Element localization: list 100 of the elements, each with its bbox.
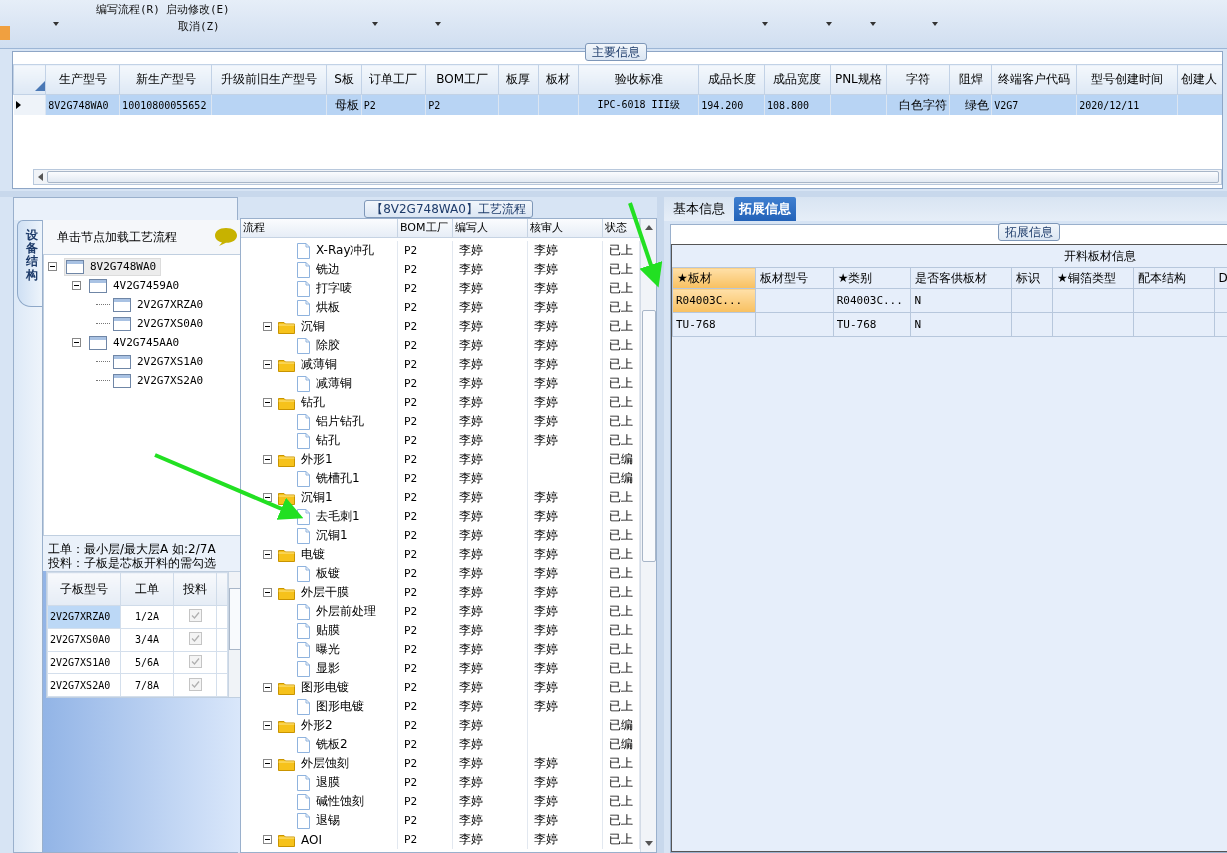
dropdown-caret-icon[interactable] bbox=[826, 22, 832, 26]
collapse-toggle[interactable] bbox=[263, 759, 272, 768]
column-header[interactable]: S板 bbox=[326, 64, 362, 95]
tree-node[interactable]: 减薄铜 bbox=[316, 375, 352, 392]
tree-node[interactable]: 退膜 bbox=[316, 774, 340, 791]
tree-node[interactable]: 2V2G7XRZA0 bbox=[112, 296, 208, 313]
tree-node[interactable]: 2V2G7XS2A0 bbox=[112, 372, 208, 389]
dropdown-caret-icon[interactable] bbox=[372, 22, 378, 26]
column-header[interactable]: 流程 bbox=[241, 219, 398, 237]
tree-node[interactable]: 铣槽孔1 bbox=[316, 470, 360, 487]
tab[interactable]: 基本信息 bbox=[668, 197, 730, 221]
scroll-left-icon[interactable] bbox=[38, 173, 43, 181]
collapse-toggle[interactable] bbox=[263, 588, 272, 597]
column-header[interactable]: 子板型号 bbox=[47, 572, 121, 606]
table-cell[interactable]: R04003C... bbox=[672, 288, 756, 313]
tree-node[interactable]: 贴膜 bbox=[316, 622, 340, 639]
column-header[interactable]: 投料 bbox=[173, 572, 217, 606]
column-header[interactable]: 订单工厂 bbox=[361, 64, 426, 95]
table-row[interactable]: 8V2G748WA0 10010800055652 母板 P2 P2 IPC-6018 III级 194.200 108.800 白色字符 绿色 V2G7 2020/12/11 bbox=[13, 94, 1222, 115]
column-header[interactable]: BOM工厂 bbox=[398, 219, 453, 237]
column-header[interactable]: 板材型号 bbox=[755, 267, 834, 289]
tree-node[interactable]: 显影 bbox=[316, 660, 340, 677]
column-header[interactable]: ★铜箔类型 bbox=[1052, 267, 1134, 289]
toolbar-button[interactable]: 启动修改(E) bbox=[165, 1, 230, 18]
scroll-down-icon[interactable] bbox=[644, 841, 653, 846]
collapse-toggle[interactable] bbox=[263, 455, 272, 464]
collapse-toggle[interactable] bbox=[263, 493, 272, 502]
collapse-toggle[interactable] bbox=[263, 835, 272, 844]
column-header[interactable]: PNL规格 bbox=[830, 64, 887, 95]
column-header[interactable]: ★板材 bbox=[672, 267, 756, 289]
column-header[interactable]: 工单 bbox=[120, 572, 174, 606]
scrollbar[interactable] bbox=[33, 169, 1222, 185]
column-header[interactable]: 创建人 bbox=[1177, 64, 1222, 95]
collapse-toggle[interactable] bbox=[263, 398, 272, 407]
tree-node[interactable]: 外形1 bbox=[301, 451, 333, 468]
dropdown-caret-icon[interactable] bbox=[435, 22, 441, 26]
tree-node[interactable]: 减薄铜 bbox=[301, 356, 337, 373]
column-header[interactable]: 新生产型号 bbox=[119, 64, 212, 95]
column-header[interactable]: 配本结构 bbox=[1133, 267, 1215, 289]
collapse-toggle[interactable] bbox=[263, 683, 272, 692]
toolbar-button[interactable]: 编写流程(R) bbox=[96, 1, 160, 18]
table-cell[interactable]: TU-768 bbox=[672, 312, 756, 337]
column-header[interactable]: 板厚 bbox=[498, 64, 538, 95]
column-header[interactable]: 升级前旧生产型号 bbox=[211, 64, 327, 95]
tree-node[interactable]: 退锡 bbox=[316, 812, 340, 829]
tree-node[interactable]: 沉铜1 bbox=[316, 527, 348, 544]
tree-node[interactable]: 外形2 bbox=[301, 717, 333, 734]
collapse-toggle[interactable] bbox=[263, 322, 272, 331]
tree-node[interactable]: 去毛刺1 bbox=[316, 508, 360, 525]
column-header[interactable]: 终端客户代码 bbox=[991, 64, 1077, 95]
tab[interactable]: 拓展信息 bbox=[734, 197, 796, 221]
column-header[interactable]: 板材 bbox=[538, 64, 579, 95]
vertical-tab[interactable]: 设备结构 bbox=[17, 220, 44, 307]
column-header[interactable]: 编写人 bbox=[453, 219, 528, 237]
tree-node[interactable]: 碱性蚀刻 bbox=[316, 793, 364, 810]
tree-node[interactable]: 铣边 bbox=[316, 261, 340, 278]
column-header[interactable]: 字符 bbox=[886, 64, 950, 95]
tree-node[interactable]: 2V2G7XS0A0 bbox=[112, 315, 208, 332]
tree-node[interactable]: 图形电镀 bbox=[316, 698, 364, 715]
tree-node[interactable]: 图形电镀 bbox=[301, 679, 349, 696]
tree-node[interactable]: 外层干膜 bbox=[301, 584, 349, 601]
tree-node[interactable]: 曝光 bbox=[316, 641, 340, 658]
column-header[interactable]: ★类别 bbox=[833, 267, 911, 289]
tree-node[interactable]: 板镀 bbox=[316, 565, 340, 582]
tree-node[interactable]: 钻孔 bbox=[316, 432, 340, 449]
tree-node[interactable]: 4V2G745AA0 bbox=[88, 334, 184, 351]
tree-node[interactable]: 沉铜 bbox=[301, 318, 325, 335]
tree-node[interactable]: 2V2G7XS1A0 bbox=[112, 353, 208, 370]
scrollbar[interactable] bbox=[640, 219, 656, 852]
tree-node[interactable]: 外层前处理 bbox=[316, 603, 376, 620]
column-header[interactable]: 核审人 bbox=[528, 219, 603, 237]
tree-node[interactable]: X-Ray冲孔 bbox=[316, 242, 375, 259]
column-header[interactable]: 成品宽度 bbox=[764, 64, 831, 95]
tree-node[interactable]: 钻孔 bbox=[301, 394, 325, 411]
tree-node[interactable]: 打字唛 bbox=[316, 280, 352, 297]
column-header[interactable]: 型号创建时间 bbox=[1076, 64, 1178, 95]
toolbar-button[interactable]: 取消(Z) bbox=[177, 18, 230, 35]
collapse-toggle[interactable] bbox=[263, 360, 272, 369]
column-header[interactable]: 生产型号 bbox=[45, 64, 120, 95]
tree-node[interactable]: 铣板2 bbox=[316, 736, 348, 753]
tree-node[interactable]: 8V2G748WA0 bbox=[64, 257, 162, 276]
column-header[interactable]: 标识 bbox=[1011, 267, 1053, 289]
column-header[interactable]: 验收标准 bbox=[578, 64, 699, 95]
tree-node[interactable]: 外层蚀刻 bbox=[301, 755, 349, 772]
collapse-toggle[interactable] bbox=[263, 721, 272, 730]
tree-node[interactable]: 沉铜1 bbox=[301, 489, 333, 506]
dropdown-caret-icon[interactable] bbox=[870, 22, 876, 26]
tree-node[interactable]: 铝片钻孔 bbox=[316, 413, 364, 430]
dropdown-caret-icon[interactable] bbox=[932, 22, 938, 26]
tree-node[interactable]: 电镀 bbox=[301, 546, 325, 563]
column-header[interactable]: D bbox=[1214, 267, 1227, 289]
tree-node[interactable]: 4V2G7459A0 bbox=[88, 277, 184, 294]
column-header[interactable]: BOM工厂 bbox=[425, 64, 499, 95]
column-header[interactable]: 是否客供板材 bbox=[910, 267, 1012, 289]
scroll-up-icon[interactable] bbox=[644, 225, 653, 230]
dropdown-caret-icon[interactable] bbox=[53, 22, 59, 26]
tree-node[interactable]: 除胶 bbox=[316, 337, 340, 354]
column-header[interactable]: 成品长度 bbox=[698, 64, 765, 95]
dropdown-caret-icon[interactable] bbox=[762, 22, 768, 26]
tree-node[interactable]: AOI bbox=[301, 832, 322, 847]
